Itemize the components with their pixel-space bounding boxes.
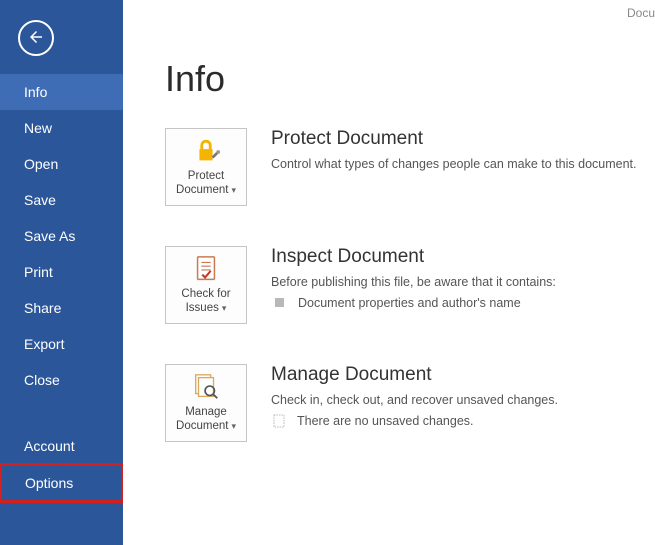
manage-item-text: There are no unsaved changes. bbox=[297, 414, 474, 428]
manage-item: There are no unsaved changes. bbox=[271, 414, 558, 428]
nav-label: Account bbox=[24, 438, 75, 454]
tile-label: Check for Issues bbox=[170, 288, 242, 316]
inspect-item-text: Document properties and author's name bbox=[298, 296, 521, 310]
nav-label: Info bbox=[24, 84, 47, 100]
inspect-desc: Before publishing this file, be aware th… bbox=[271, 274, 556, 292]
document-outline-icon bbox=[273, 414, 285, 428]
back-button[interactable] bbox=[18, 20, 54, 56]
check-for-issues-button[interactable]: Check for Issues bbox=[165, 246, 247, 324]
lock-key-icon bbox=[191, 136, 221, 166]
tile-label: Protect Document bbox=[170, 170, 242, 198]
window-title-partial: Docu bbox=[627, 6, 655, 20]
nav-print[interactable]: Print bbox=[0, 254, 123, 290]
nav-info[interactable]: Info bbox=[0, 74, 123, 110]
nav-save-as[interactable]: Save As bbox=[0, 218, 123, 254]
inspect-heading: Inspect Document bbox=[271, 246, 556, 268]
nav-account[interactable]: Account bbox=[0, 428, 123, 464]
protect-desc: Control what types of changes people can… bbox=[271, 156, 637, 174]
protect-heading: Protect Document bbox=[271, 128, 637, 150]
nav-label: Save As bbox=[24, 228, 75, 244]
nav-options[interactable]: Options bbox=[0, 464, 123, 502]
inspect-section: Check for Issues Inspect Document Before… bbox=[165, 246, 655, 324]
bullet-icon bbox=[275, 298, 284, 307]
inspect-item: Document properties and author's name bbox=[271, 296, 556, 310]
nav-new[interactable]: New bbox=[0, 110, 123, 146]
protect-document-button[interactable]: Protect Document bbox=[165, 128, 247, 206]
nav-label: Export bbox=[24, 336, 64, 352]
nav-label: Share bbox=[24, 300, 61, 316]
nav-label: Save bbox=[24, 192, 56, 208]
nav-label: New bbox=[24, 120, 52, 136]
manage-document-button[interactable]: Manage Document bbox=[165, 364, 247, 442]
manage-heading: Manage Document bbox=[271, 364, 558, 386]
protect-section: Protect Document Protect Document Contro… bbox=[165, 128, 655, 206]
nav-open[interactable]: Open bbox=[0, 146, 123, 182]
manage-section: Manage Document Manage Document Check in… bbox=[165, 364, 655, 442]
tile-label: Manage Document bbox=[170, 406, 242, 434]
document-check-icon bbox=[191, 254, 221, 284]
page-title: Info bbox=[165, 58, 655, 100]
nav-label: Open bbox=[24, 156, 58, 172]
manage-desc: Check in, check out, and recover unsaved… bbox=[271, 392, 558, 410]
nav-export[interactable]: Export bbox=[0, 326, 123, 362]
backstage-sidebar: Info New Open Save Save As Print Share E… bbox=[0, 0, 123, 545]
nav-label: Options bbox=[25, 475, 73, 491]
main-pane: Docu Info Protect Document Protect Docum… bbox=[123, 0, 655, 545]
back-arrow-icon bbox=[27, 28, 45, 49]
nav-share[interactable]: Share bbox=[0, 290, 123, 326]
nav-label: Print bbox=[24, 264, 53, 280]
nav-close[interactable]: Close bbox=[0, 362, 123, 398]
document-stack-search-icon bbox=[191, 372, 221, 402]
nav-save[interactable]: Save bbox=[0, 182, 123, 218]
nav-label: Close bbox=[24, 372, 60, 388]
